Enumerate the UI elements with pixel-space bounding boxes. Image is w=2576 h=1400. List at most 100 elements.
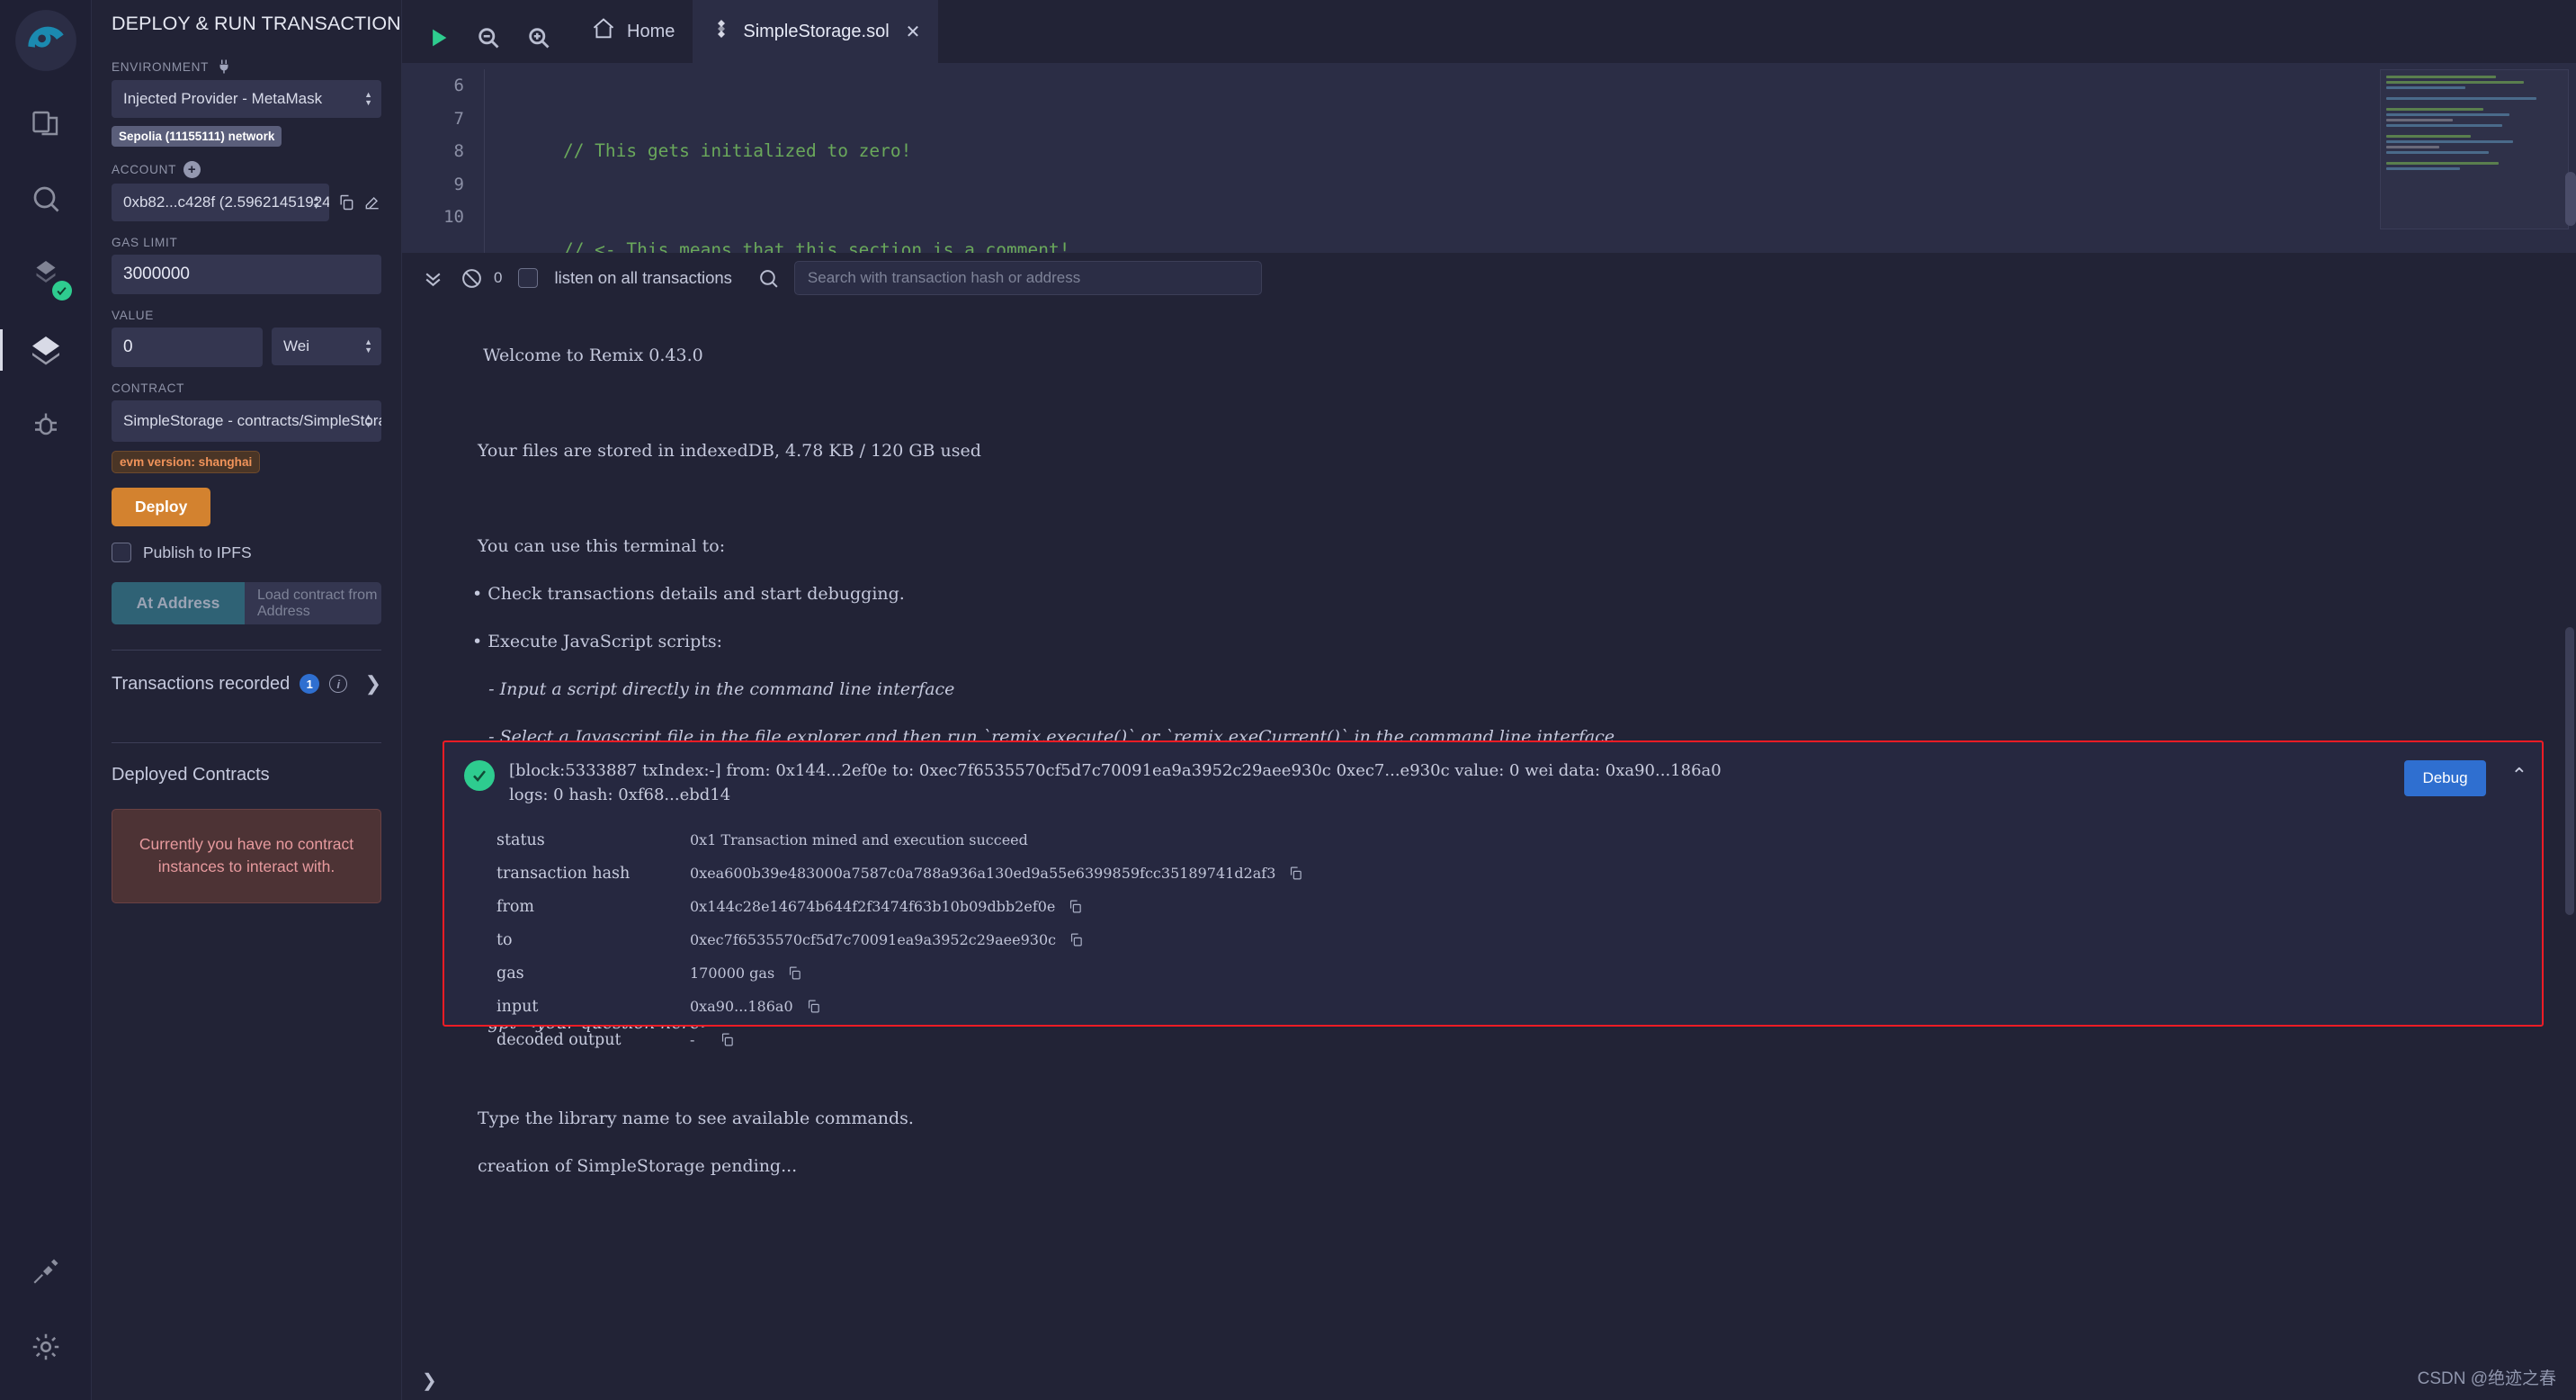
tab-bar: Home SimpleStorage.sol ✕ — [402, 0, 2576, 63]
settings-gear-icon[interactable] — [18, 1319, 74, 1375]
environment-select[interactable]: Injected Provider - MetaMask ▲ ▼ — [112, 80, 381, 118]
account-select[interactable]: 0xb82...c428f (2.596214519244 ▲ ▼ — [112, 184, 329, 221]
row-value: 0x144c28e14674b644f2f3474f63b10b09dbb2ef… — [690, 898, 1083, 915]
close-icon[interactable]: ✕ — [906, 21, 921, 43]
table-row: gas 170000 gas — [444, 956, 2542, 990]
terminal-search-input[interactable]: Search with transaction hash or address — [793, 261, 1262, 295]
copy-icon[interactable] — [1069, 931, 1084, 948]
collapse-terminal-icon[interactable] — [422, 267, 444, 290]
environment-label-row: ENVIRONMENT — [112, 58, 381, 75]
copy-icon[interactable] — [1288, 865, 1303, 882]
file-explorer-icon[interactable] — [18, 95, 74, 151]
chevron-up-icon[interactable]: ⌃ — [2511, 764, 2527, 787]
transaction-result-box[interactable]: [block:5333887 txIndex:-] from: 0x144...… — [443, 740, 2544, 1049]
sign-message-icon[interactable] — [363, 193, 381, 211]
copy-icon[interactable] — [1068, 898, 1083, 915]
zoom-in-icon[interactable] — [526, 25, 551, 50]
terminal-console[interactable]: Welcome to Remix 0.43.0 Your files are s… — [402, 303, 2576, 1400]
publish-ipfs-checkbox[interactable] — [112, 543, 131, 562]
transaction-summary: [block:5333887 txIndex:-] from: 0x144...… — [509, 758, 2390, 807]
deploy-button[interactable]: Deploy — [112, 488, 211, 526]
account-label-row: ACCOUNT + — [112, 161, 381, 178]
publish-ipfs-row[interactable]: Publish to IPFS — [112, 543, 381, 562]
run-script-icon[interactable] — [425, 25, 451, 50]
tab-home-label: Home — [627, 21, 675, 41]
stepper-arrows-icon: ▲ ▼ — [312, 193, 320, 211]
tx-summary-line2: logs: 0 hash: 0xf68...ebd14 — [509, 785, 731, 804]
value-unit: Wei — [283, 337, 309, 354]
terminal-search-wrap: Search with transaction hash or address — [757, 261, 1262, 295]
transactions-recorded-label: Transactions recorded — [112, 673, 291, 694]
transactions-recorded-left: Transactions recorded 1 i — [112, 673, 348, 695]
success-check-icon — [464, 760, 495, 791]
terminal-line: You can use this terminal to: — [472, 535, 726, 556]
tab-simplestorage-sol[interactable]: SimpleStorage.sol ✕ — [693, 0, 939, 63]
listen-all-transactions-checkbox[interactable] — [518, 268, 539, 288]
tab-home[interactable]: Home — [573, 0, 693, 63]
copy-account-icon[interactable] — [337, 193, 355, 211]
table-row: status 0x1 Transaction mined and executi… — [444, 823, 2542, 857]
search-icon[interactable] — [757, 267, 780, 290]
transactions-recorded-row[interactable]: Transactions recorded 1 i ❯ — [112, 651, 381, 717]
row-value: 170000 gas — [690, 965, 802, 982]
editor-scrollbar[interactable] — [2565, 172, 2576, 226]
clear-console-icon[interactable] — [461, 267, 483, 290]
remix-logo-icon[interactable] — [14, 9, 77, 72]
remix-ide-window: DEPLOY & RUN TRANSACTIONS ✓ ❯ ENVIRONMEN… — [0, 0, 2576, 1400]
copy-icon[interactable] — [720, 1031, 735, 1048]
table-row: input 0xa90...186a0 — [444, 990, 2542, 1023]
terminal-line: • Execute JavaScript scripts: — [472, 631, 723, 651]
terminal-line: • Check transactions details and start d… — [472, 583, 905, 604]
row-key: transaction hash — [496, 864, 631, 883]
value-input[interactable]: 0 — [112, 328, 263, 367]
contract-value: SimpleStorage - contracts/SimpleStora — [123, 412, 381, 429]
panel-body: ENVIRONMENT Injected Provider - MetaMask… — [92, 58, 401, 903]
solidity-compiler-icon[interactable] — [18, 247, 74, 302]
line-number: 9 — [453, 174, 464, 194]
main-area: Home SimpleStorage.sol ✕ 6 7 8 9 10 // T… — [402, 0, 2576, 1400]
terminal-line: Your files are stored in indexedDB, 4.78… — [472, 440, 981, 461]
contract-label: CONTRACT — [112, 381, 185, 395]
copy-icon[interactable] — [787, 965, 802, 982]
at-address-button[interactable]: At Address — [112, 582, 245, 624]
line-number: 8 — [453, 141, 464, 161]
add-account-icon[interactable]: + — [183, 161, 201, 178]
contract-select[interactable]: SimpleStorage - contracts/SimpleStora ▲ ▼ — [112, 400, 381, 442]
environment-value: Injected Provider - MetaMask — [123, 90, 323, 107]
code-content[interactable]: // This gets initialized to zero! // <- … — [485, 69, 1144, 253]
row-key: input — [496, 997, 539, 1016]
prompt-chevron-icon: ❯ — [422, 1370, 437, 1391]
debugger-icon[interactable] — [18, 398, 74, 453]
row-key: decoded output — [496, 1030, 622, 1049]
info-icon[interactable]: i — [329, 675, 348, 693]
stepper-arrows-icon: ▲ ▼ — [364, 90, 372, 107]
listen-all-transactions-label: listen on all transactions — [554, 268, 732, 287]
table-row: from 0x144c28e14674b644f2f3474f63b10b09d… — [444, 890, 2542, 923]
code-editor[interactable]: 6 7 8 9 10 // This gets initialized to z… — [402, 63, 2576, 253]
row-value: 0xec7f6535570cf5d7c70091ea9a3952c29aee93… — [690, 931, 1084, 948]
value-row: 0 Wei ▲ ▼ — [112, 328, 381, 367]
line-number: 6 — [453, 76, 464, 95]
load-contract-address-input[interactable]: Load contract from Address — [245, 582, 381, 624]
deploy-run-icon[interactable] — [0, 322, 74, 378]
code-line: // This gets initialized to zero! — [521, 140, 912, 161]
chevron-right-icon[interactable]: ❯ — [365, 672, 381, 696]
line-number: 10 — [443, 207, 464, 227]
tab-file-label: SimpleStorage.sol — [743, 21, 890, 41]
editor-minimap[interactable] — [2380, 69, 2569, 229]
search-icon[interactable] — [18, 171, 74, 227]
zoom-out-icon[interactable] — [476, 25, 501, 50]
value-unit-select[interactable]: Wei ▲ ▼ — [272, 328, 381, 365]
plugin-manager-icon[interactable] — [18, 1243, 74, 1299]
row-value: 0xa90...186a0 — [690, 998, 821, 1015]
gas-limit-input[interactable]: 3000000 — [112, 255, 381, 294]
publish-ipfs-label: Publish to IPFS — [143, 543, 252, 561]
debug-button[interactable]: Debug — [2404, 760, 2486, 796]
terminal-prompt[interactable]: ❯ — [402, 1360, 2576, 1400]
copy-icon[interactable] — [806, 998, 821, 1015]
account-label: ACCOUNT — [112, 163, 177, 176]
terminal-scrollbar[interactable] — [2565, 627, 2574, 915]
row-key: from — [496, 897, 534, 916]
at-address-row: At Address Load contract from Address — [112, 582, 381, 624]
value-label: VALUE — [112, 309, 155, 322]
